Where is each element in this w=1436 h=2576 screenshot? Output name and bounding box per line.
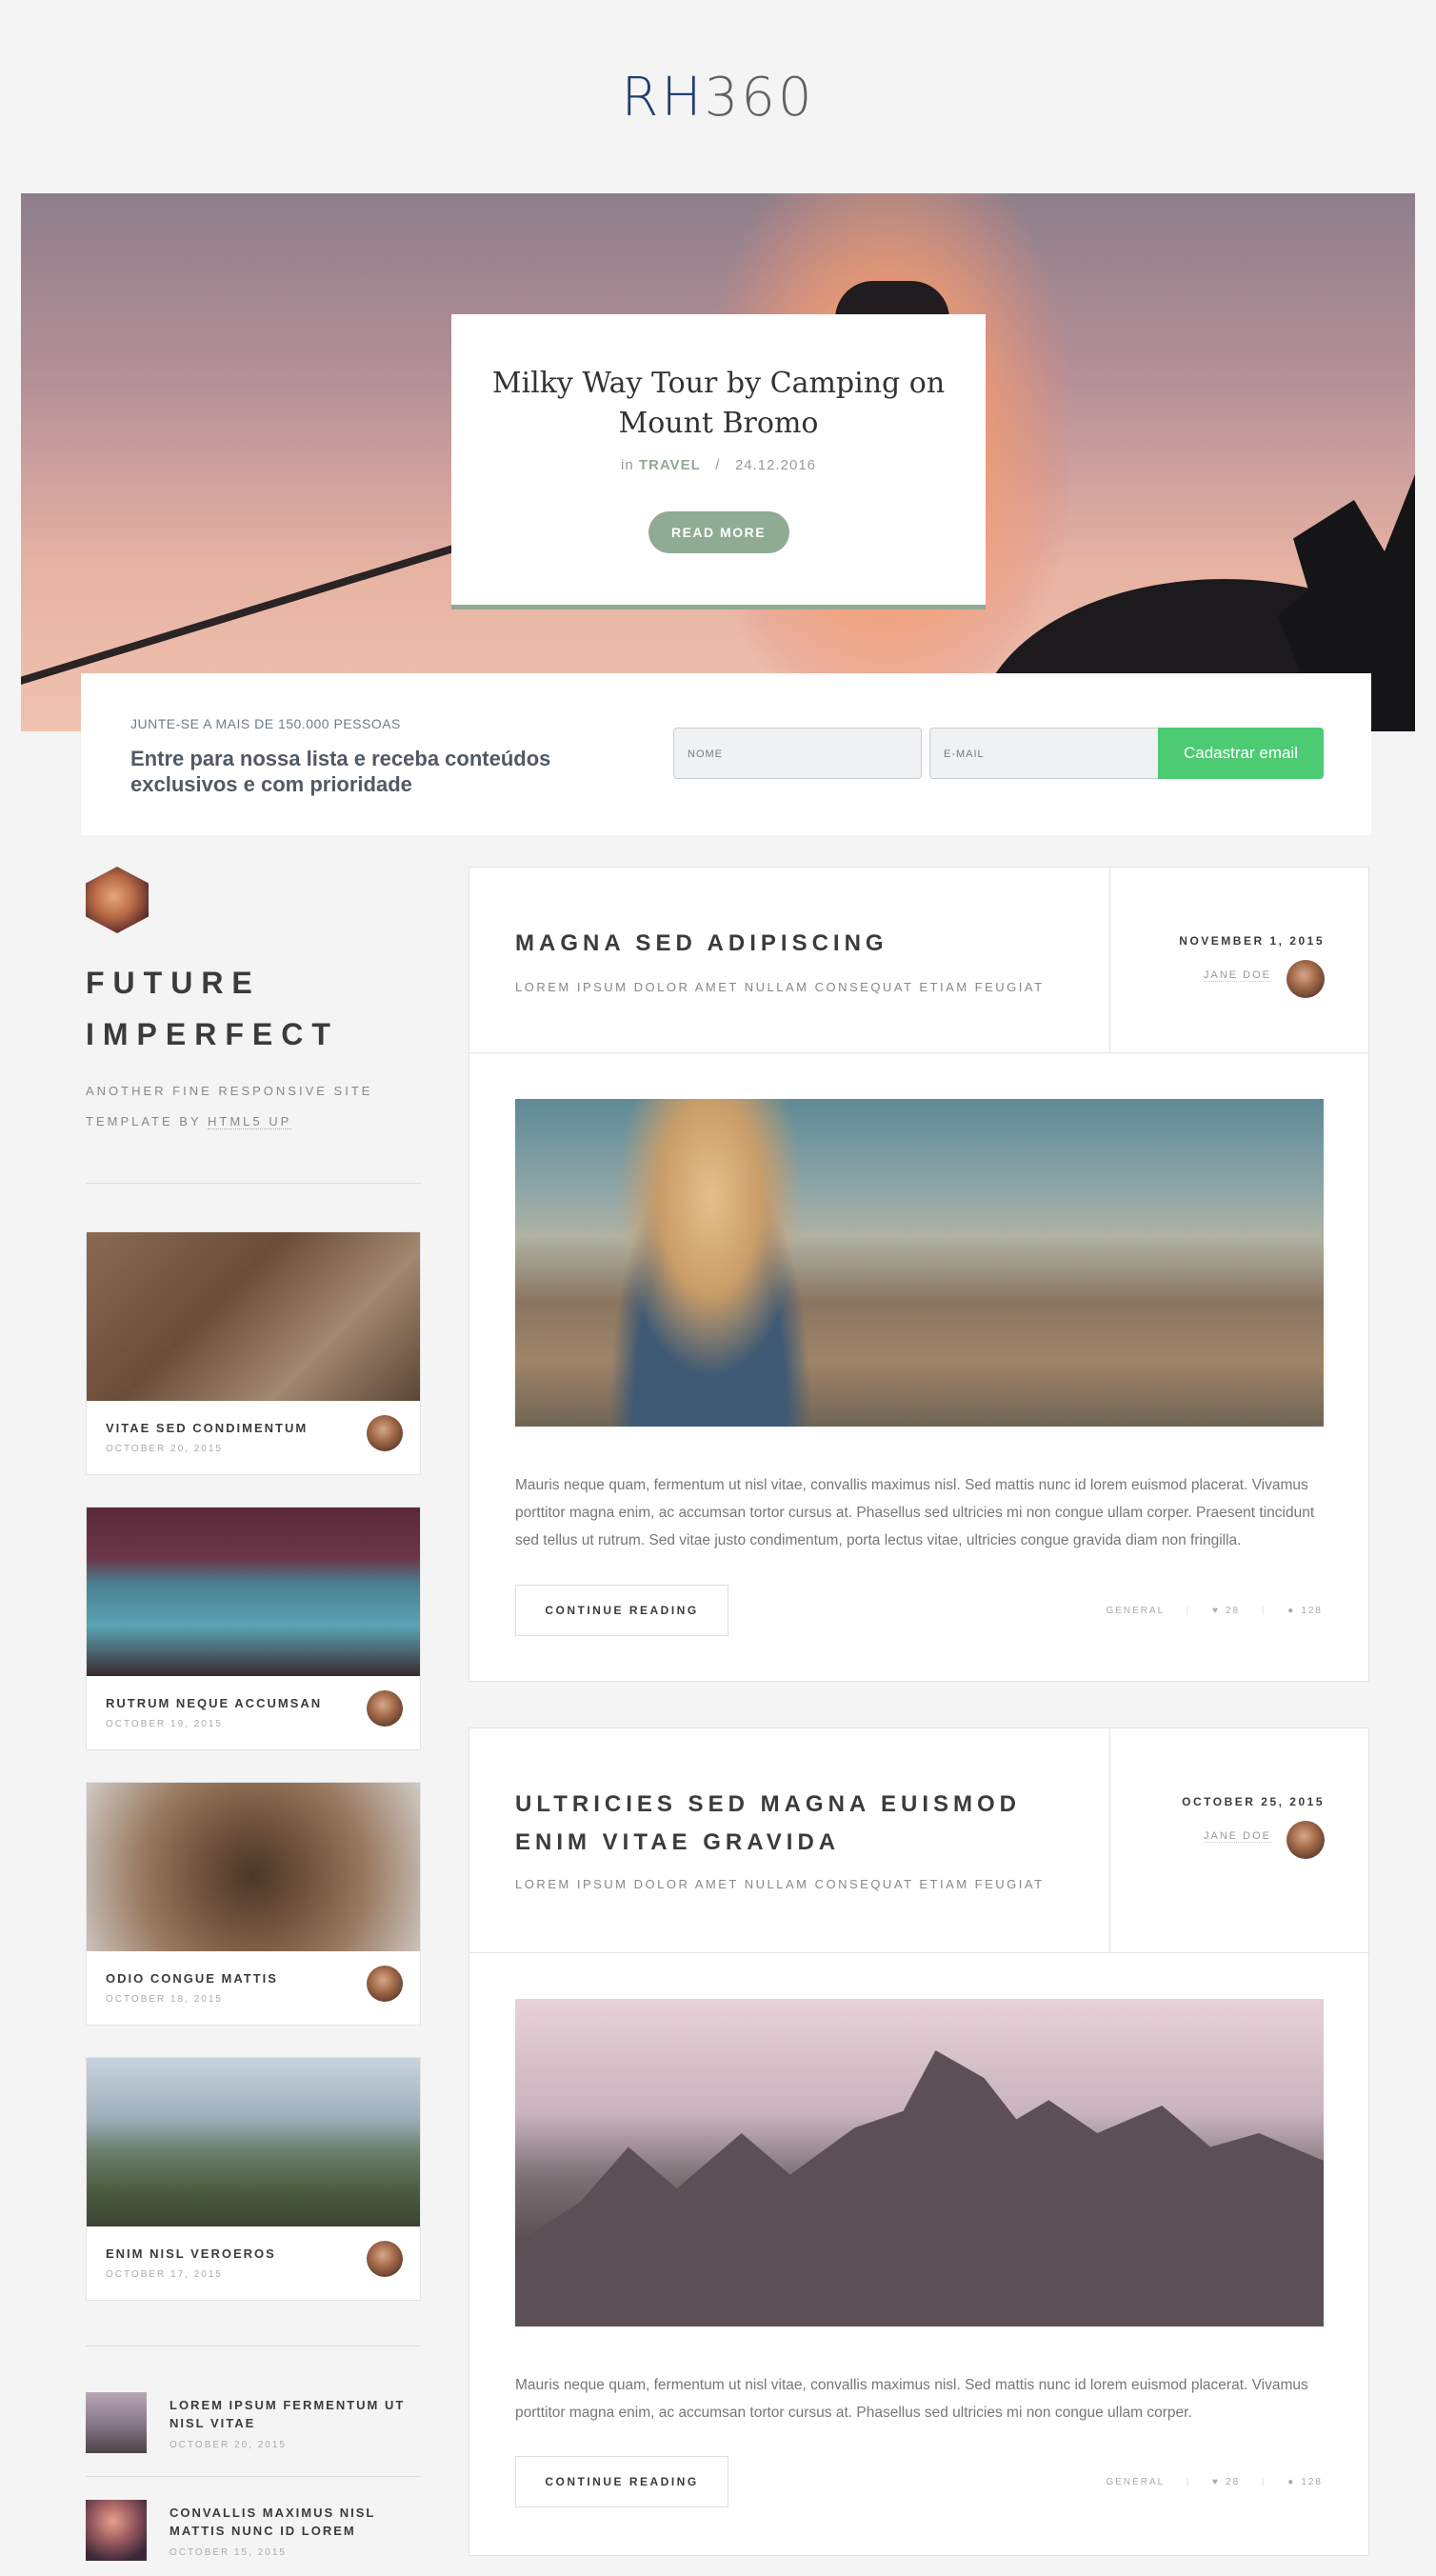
comments-count[interactable]: 128 [1301,1606,1323,1616]
hero-meta: in TRAVEL / 24.12.2016 [451,457,986,473]
newsletter-box: JUNTE-SE A MAIS DE 150.000 PESSOAS Entre… [81,673,1371,835]
mini-post-date: OCTOBER 20, 2015 [106,1444,223,1454]
post-header: MAGNA SED ADIPISCING LOREM IPSUM DOLOR A… [469,868,1370,1053]
post-title-line1[interactable]: ULTRICIES SED MAGNA EUISMOD [515,1786,1021,1824]
site-description: ANOTHER FINE RESPONSIVE SITE TEMPLATE BY… [86,1076,372,1137]
mini-post-date: OCTOBER 19, 2015 [106,1719,223,1729]
comment-icon[interactable]: ● [1287,1606,1295,1616]
post-image-subject [591,1099,829,1427]
list-post-title[interactable]: LOREM IPSUM FERMENTUM UT NISL VITAE [170,2396,417,2432]
list-divider [86,2476,421,2477]
continue-reading-button[interactable]: CONTINUE READING [515,1585,728,1636]
mini-post[interactable]: ENIM NISL VEROEROS OCTOBER 17, 2015 [86,2057,421,2301]
mini-post-title[interactable]: VITAE SED CONDIMENTUM [106,1421,308,1435]
mini-post-image[interactable] [87,1232,420,1401]
mini-post[interactable]: RUTRUM NEQUE ACCUMSAN OCTOBER 19, 2015 [86,1507,421,1750]
list-post-date: OCTOBER 20, 2015 [170,2440,287,2450]
site-title: FUTURE IMPERFECT [86,957,339,1060]
stats-divider: | [1261,2477,1266,2487]
site-title-line1: FUTURE [86,966,261,1000]
post-title[interactable]: ULTRICIES SED MAGNA EUISMOD ENIM VITAE G… [515,1786,1021,1862]
continue-reading-button[interactable]: CONTINUE READING [515,2456,728,2507]
post-category-link[interactable]: GENERAL [1106,1606,1164,1616]
email-input[interactable]: E-MAIL [929,728,1161,779]
hero-date: 24.12.2016 [734,457,817,473]
author-avatar[interactable] [1286,960,1325,998]
html5up-link[interactable]: HTML5 UP [208,1114,292,1129]
newsletter-kicker: JUNTE-SE A MAIS DE 150.000 PESSOAS [130,716,401,731]
likes-count[interactable]: 28 [1226,1606,1240,1616]
mini-post[interactable]: VITAE SED CONDIMENTUM OCTOBER 20, 2015 [86,1231,421,1475]
post-author[interactable]: JANE DOE [1203,969,1271,982]
post-image[interactable] [515,1099,1324,1427]
comments-count[interactable]: 128 [1301,2477,1323,2487]
mini-post-title[interactable]: ODIO CONGUE MATTIS [106,1971,278,1986]
heart-icon[interactable]: ♥ [1212,1606,1220,1616]
list-post-thumbnail[interactable] [86,2392,147,2453]
mini-post-title[interactable]: ENIM NISL VEROEROS [106,2247,276,2261]
site-title-line2: IMPERFECT [86,1017,339,1051]
hero-card: Milky Way Tour by Camping on Mount Bromo… [451,314,986,609]
newsletter-headline: Entre para nossa lista e receba conteúdo… [130,747,551,796]
post-article: MAGNA SED ADIPISCING LOREM IPSUM DOLOR A… [469,867,1370,1682]
site-desc-line1: ANOTHER FINE RESPONSIVE SITE [86,1084,373,1098]
stats-divider: | [1261,1606,1266,1616]
mini-post-title[interactable]: RUTRUM NEQUE ACCUMSAN [106,1696,322,1710]
post-stats: GENERAL | ♥ 28 | ● 128 [1088,1606,1323,1616]
name-input[interactable]: NOME [673,728,922,779]
list-post-thumbnail[interactable] [86,2500,147,2561]
post-title-line2[interactable]: ENIM VITAE GRAVIDA [515,1824,1021,1862]
mini-post-date: OCTOBER 17, 2015 [106,2269,223,2280]
post-date: OCTOBER 25, 2015 [1182,1795,1325,1808]
site-desc-line2: TEMPLATE BY [86,1114,202,1128]
sidebar-divider [86,1183,421,1184]
author-avatar[interactable] [367,2241,403,2277]
mini-post-image[interactable] [87,2058,420,2227]
list-post-date: OCTOBER 15, 2015 [170,2547,287,2558]
author-avatar[interactable] [367,1690,403,1727]
logo-part-rh: RH [621,67,705,129]
post-stats: GENERAL | ♥ 28 | ● 128 [1088,2477,1323,2487]
post-date: NOVEMBER 1, 2015 [1179,934,1325,948]
post-category-link[interactable]: GENERAL [1106,2477,1164,2487]
hero-meta-prefix: in [620,457,634,473]
author-avatar[interactable] [367,1415,403,1451]
post-body: Mauris neque quam, fermentum ut nisl vit… [515,2377,1308,2421]
hero-title[interactable]: Milky Way Tour by Camping on Mount Bromo [489,364,947,444]
heart-icon[interactable]: ♥ [1212,2477,1220,2487]
mini-post[interactable]: ODIO CONGUE MATTIS OCTOBER 18, 2015 [86,1782,421,2026]
author-avatar[interactable] [367,1966,403,2002]
comment-icon[interactable]: ● [1287,2477,1295,2487]
mini-post-image[interactable] [87,1508,420,1676]
fox-logo-icon[interactable] [86,867,149,933]
hero-category-link[interactable]: TRAVEL [639,457,701,473]
stats-divider: | [1186,2477,1191,2487]
mini-post-date: OCTOBER 18, 2015 [106,1994,223,2005]
post-author[interactable]: JANE DOE [1203,1830,1271,1843]
post-title[interactable]: MAGNA SED ADIPISCING [515,925,888,963]
list-post-title[interactable]: CONVALLIS MAXIMUS NISL MATTIS NUNC ID LO… [170,2504,417,2540]
post-image-peaks [515,2050,1324,2326]
hero-meta-separator: / [715,457,721,473]
post-subtitle: LOREM IPSUM DOLOR AMET NULLAM CONSEQUAT … [515,1877,1045,1891]
post-body: Mauris neque quam, fermentum ut nisl vit… [515,1477,1315,1548]
logo-part-360: 360 [704,67,815,129]
post-subtitle: LOREM IPSUM DOLOR AMET NULLAM CONSEQUAT … [515,980,1045,994]
header-separator [1109,1728,1110,1952]
subscribe-button[interactable]: Cadastrar email [1158,728,1324,779]
likes-count[interactable]: 28 [1226,2477,1240,2487]
author-avatar[interactable] [1286,1821,1325,1859]
post-header: ULTRICIES SED MAGNA EUISMOD ENIM VITAE G… [469,1728,1370,1953]
mini-post-image[interactable] [87,1783,420,1951]
post-article: ULTRICIES SED MAGNA EUISMOD ENIM VITAE G… [469,1727,1370,2556]
header-separator [1109,868,1110,1052]
read-more-button[interactable]: READ MORE [648,511,789,553]
site-logo[interactable]: RH360 [0,67,1436,129]
post-image[interactable] [515,1999,1324,2326]
stats-divider: | [1186,1606,1191,1616]
